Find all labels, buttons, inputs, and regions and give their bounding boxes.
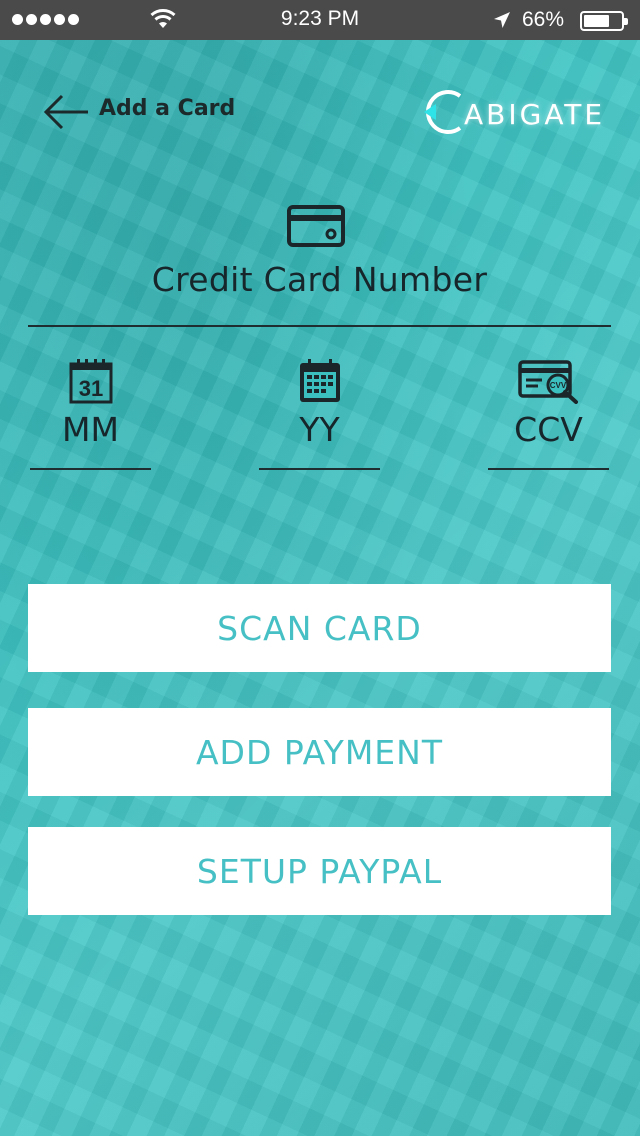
brand-logo: ABIGATE	[420, 88, 602, 136]
card-number-placeholder: Credit Card Number	[151, 260, 488, 299]
brand-logo-icon	[424, 90, 462, 134]
year-placeholder: YY	[299, 410, 340, 449]
back-arrow-icon	[43, 94, 88, 130]
scan-card-button[interactable]: SCAN CARD	[28, 584, 611, 672]
add-payment-button[interactable]: ADD PAYMENT	[28, 708, 611, 796]
setup-paypal-button[interactable]: SETUP PAYPAL	[28, 827, 611, 915]
month-field[interactable]: 31 MM	[30, 358, 151, 470]
year-field[interactable]: YY	[259, 358, 380, 470]
calendar-day-number: 31	[78, 376, 102, 401]
calendar-grid-icon	[299, 359, 340, 402]
month-placeholder: MM	[62, 410, 119, 449]
calendar-day-icon: 31	[69, 359, 112, 404]
card-number-field[interactable]: Credit Card Number	[28, 255, 611, 327]
battery-percentage: 66%	[522, 8, 565, 31]
ccv-search-icon: CVV	[517, 360, 578, 404]
ccv-badge-text: CVV	[549, 381, 566, 390]
ccv-placeholder: CCV	[514, 410, 583, 449]
ccv-field[interactable]: CVV CCV	[488, 358, 609, 470]
credit-card-icon	[287, 205, 345, 247]
location-arrow-icon	[494, 12, 510, 28]
battery-icon	[580, 11, 628, 31]
brand-name: ABIGATE	[464, 98, 606, 131]
back-button[interactable]	[42, 92, 92, 132]
page-title: Add a Card	[99, 96, 236, 121]
status-bar: 9:23 PM 66%	[0, 0, 640, 40]
